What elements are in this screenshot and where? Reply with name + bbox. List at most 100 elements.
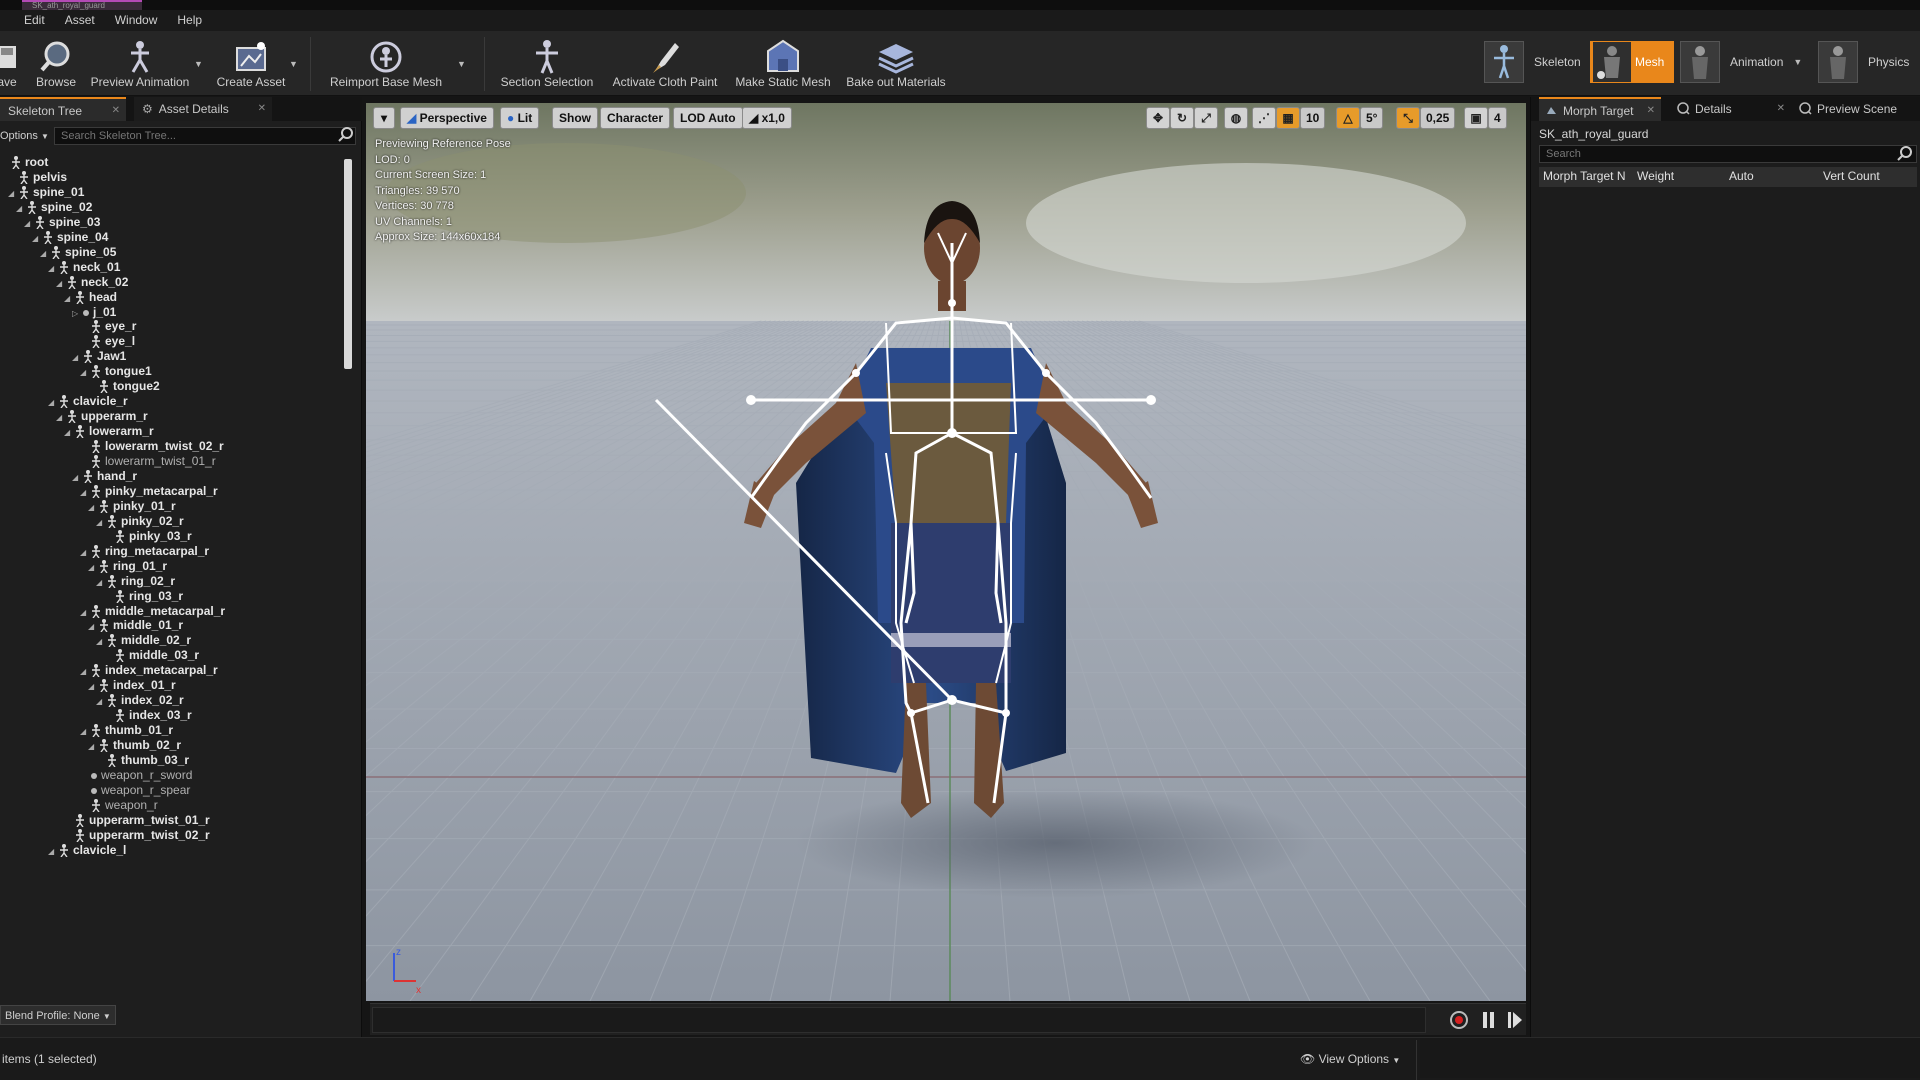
grid-snap-icon[interactable]: ▦ xyxy=(1276,107,1300,129)
tab-asset-details[interactable]: ⚙ Asset Details ✕ xyxy=(134,97,272,121)
preview-animation-dropdown-icon[interactable]: ▼ xyxy=(194,59,203,69)
surface-snap-icon[interactable]: ⋰ xyxy=(1252,107,1276,129)
scale-snap-value[interactable]: 0,25 xyxy=(1420,107,1456,129)
bone-icon xyxy=(20,186,28,199)
close-icon[interactable]: ✕ xyxy=(258,97,266,121)
skeleton-tree-list: root pelvis ◢ spine_01 ◢ spine_02 ◢ spine_03 ◢ sp… xyxy=(0,153,346,1001)
animation-mode-button[interactable]: Animation ▼ xyxy=(1680,39,1802,85)
tab-morph-target[interactable]: Morph Target ✕ xyxy=(1539,97,1661,121)
bone-name: ring_02_r xyxy=(121,574,176,588)
bone-icon xyxy=(92,664,100,677)
skeleton-search-input[interactable] xyxy=(54,127,356,145)
options-dropdown[interactable]: Options ▼ xyxy=(0,125,49,147)
tree-scrollbar[interactable] xyxy=(344,159,352,369)
menu-edit[interactable]: Edit xyxy=(0,10,55,31)
preview-animation-button[interactable]: Preview Animation xyxy=(88,33,192,93)
grid-snap-value[interactable]: 10 xyxy=(1300,107,1326,129)
tab-preview-scene[interactable]: Preview Scene xyxy=(1793,97,1920,121)
col-vert-count[interactable]: Vert Count xyxy=(1823,169,1880,183)
col-weight[interactable]: Weight xyxy=(1637,169,1674,183)
tab-preview-scene-label: Preview Scene xyxy=(1817,102,1898,116)
menu-help[interactable]: Help xyxy=(167,10,212,31)
collapse-arrow-icon[interactable]: ◢ xyxy=(64,424,74,442)
playback-speed-button[interactable]: ◢ x1,0 xyxy=(742,107,792,129)
bone-row[interactable]: ◢ clavicle_l xyxy=(48,841,126,859)
asset-tab[interactable]: SK_ath_royal_guard xyxy=(22,0,142,10)
bone-icon xyxy=(36,216,44,229)
bone-name: middle_03_r xyxy=(129,648,200,662)
make-static-mesh-button[interactable]: Make Static Mesh xyxy=(734,33,832,93)
bone-name: lowerarm_r xyxy=(89,424,154,438)
close-icon[interactable]: ✕ xyxy=(1777,97,1785,121)
skeleton-search-row: Options ▼ xyxy=(0,125,362,147)
section-selection-button[interactable]: Section Selection xyxy=(500,33,594,93)
bone-icon xyxy=(92,365,100,378)
camera-speed-value[interactable]: 4 xyxy=(1488,107,1507,129)
bone-icon xyxy=(100,619,108,632)
bone-name: clavicle_r xyxy=(73,394,128,408)
close-icon[interactable]: ✕ xyxy=(112,99,120,123)
joint xyxy=(907,709,915,717)
layers-icon xyxy=(876,39,916,75)
record-icon[interactable] xyxy=(1450,1011,1468,1029)
activate-cloth-paint-button[interactable]: Activate Cloth Paint xyxy=(608,33,722,93)
rotation-snap-value[interactable]: 5° xyxy=(1360,107,1384,129)
morph-target-icon xyxy=(1547,107,1556,114)
menu-asset[interactable]: Asset xyxy=(55,10,105,31)
close-icon[interactable]: ✕ xyxy=(1647,99,1655,123)
save-button[interactable]: ave xyxy=(0,33,22,93)
details-icon: ⚙ xyxy=(142,102,153,116)
pause-icon[interactable] xyxy=(1482,1012,1496,1028)
bone-name: ring_01_r xyxy=(113,559,168,573)
bake-materials-label: Bake out Materials xyxy=(846,75,946,89)
bone-name: tongue2 xyxy=(113,379,160,393)
camera-speed-icon[interactable]: ▣ xyxy=(1464,107,1488,129)
viewport-menu-button[interactable]: ▾ xyxy=(373,107,395,129)
perspective-button[interactable]: ◢ Perspective xyxy=(400,107,494,129)
reimport-dropdown-icon[interactable]: ▼ xyxy=(457,59,466,69)
bone-icon xyxy=(116,530,124,543)
camera-icon: ◢ xyxy=(407,111,417,125)
lod-auto-button[interactable]: LOD Auto xyxy=(673,107,743,129)
bone-icon xyxy=(100,500,108,513)
main-toolbar: ave Browse Preview Animation ▼ Create As… xyxy=(0,31,1920,96)
create-asset-button[interactable]: Create Asset xyxy=(212,33,290,93)
create-asset-label: Create Asset xyxy=(216,75,286,89)
translate-icon[interactable]: ✥ xyxy=(1146,107,1170,129)
morph-search-input[interactable]: Search xyxy=(1539,145,1917,163)
skeleton-mode-button[interactable]: Skeleton xyxy=(1484,39,1581,85)
timeline-track[interactable] xyxy=(372,1007,1426,1033)
view-options-button[interactable]: 👁 View Options ▼ xyxy=(1300,1052,1400,1066)
show-button[interactable]: Show xyxy=(552,107,598,129)
col-morph-target-name[interactable]: Morph Target N xyxy=(1543,169,1625,183)
scale-icon[interactable]: ⤢ xyxy=(1194,107,1218,129)
bake-out-materials-button[interactable]: Bake out Materials xyxy=(844,33,948,93)
col-auto[interactable]: Auto xyxy=(1729,169,1754,183)
mesh-mode-button[interactable]: Mesh xyxy=(1590,39,1674,85)
tab-skeleton-tree[interactable]: Skeleton Tree ✕ xyxy=(0,97,126,121)
options-label: Options xyxy=(0,130,38,142)
reimport-base-mesh-button[interactable]: Reimport Base Mesh xyxy=(328,33,444,93)
create-asset-dropdown-icon[interactable]: ▼ xyxy=(289,59,298,69)
bone-icon xyxy=(108,515,116,528)
browse-button[interactable]: Browse xyxy=(34,33,78,93)
step-forward-icon[interactable] xyxy=(1508,1012,1522,1028)
menu-window[interactable]: Window xyxy=(105,10,168,31)
animation-dropdown-icon[interactable]: ▼ xyxy=(1793,57,1802,67)
lit-button[interactable]: ● Lit xyxy=(500,107,540,129)
make-static-mesh-label: Make Static Mesh xyxy=(735,75,831,89)
world-local-icon[interactable]: ◍ xyxy=(1224,107,1248,129)
blend-profile-dropdown[interactable]: Blend Profile: None ▼ xyxy=(0,1005,116,1025)
physics-mode-button[interactable]: Physics xyxy=(1818,39,1909,85)
rotate-icon[interactable]: ↻ xyxy=(1170,107,1194,129)
collapse-arrow-icon[interactable]: ◢ xyxy=(48,843,58,861)
rotation-snap-icon[interactable]: △ xyxy=(1336,107,1360,129)
socket-icon xyxy=(91,788,97,794)
scale-snap-icon[interactable]: ⤡ xyxy=(1396,107,1420,129)
physics-mode-label: Physics xyxy=(1868,55,1910,69)
character-button[interactable]: Character xyxy=(600,107,671,129)
viewport[interactable]: z x ▾ ◢ Perspective ● Lit Show Character… xyxy=(366,103,1526,1001)
status-bar: items (1 selected) 👁 View Options ▼ xyxy=(0,1037,1920,1080)
viewport-scene[interactable]: z x xyxy=(366,103,1526,1001)
tab-details[interactable]: Details ✕ xyxy=(1671,97,1799,121)
